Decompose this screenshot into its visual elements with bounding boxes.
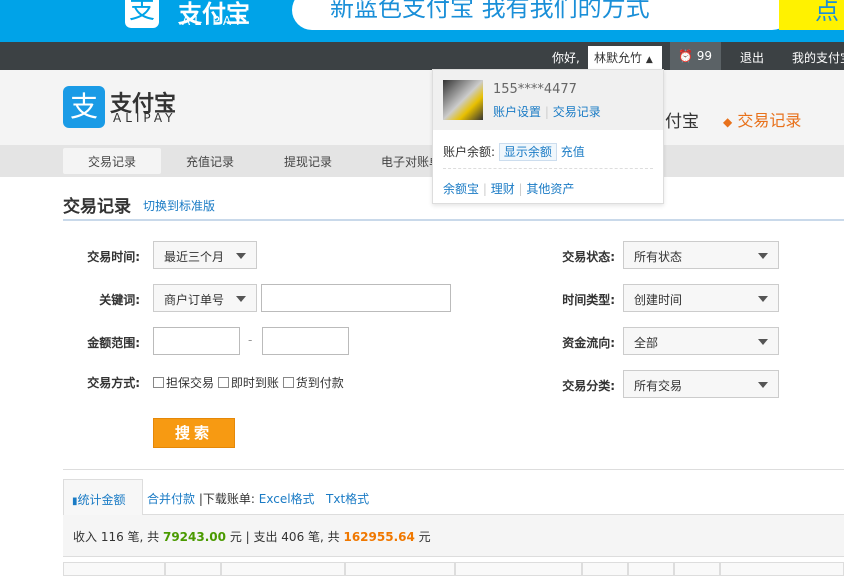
- divider: [443, 168, 653, 169]
- divider: [63, 469, 844, 470]
- messages-button[interactable]: ⏰ 99: [670, 42, 721, 70]
- username: 林默允竹: [594, 51, 643, 65]
- subnav-withdraw[interactable]: 提现记录: [259, 148, 357, 174]
- keyword-label: 关键词:: [99, 293, 140, 307]
- account-settings-link[interactable]: 账户设置: [493, 105, 541, 119]
- my-alipay-link[interactable]: 我的支付宝: [792, 49, 844, 66]
- time-select[interactable]: 最近三个月: [153, 241, 257, 269]
- avatar[interactable]: [443, 80, 483, 120]
- income-amount: 79243.00: [162, 530, 226, 544]
- yuebao-link[interactable]: 余额宝: [443, 182, 479, 196]
- amount-max-input[interactable]: [262, 327, 349, 355]
- banner-right: 点: [779, 0, 844, 30]
- amount-dash: -: [248, 333, 253, 347]
- title-divider: [63, 219, 844, 221]
- switch-standard-link[interactable]: 切换到标准版: [143, 197, 215, 214]
- logout-link[interactable]: 退出: [740, 49, 764, 66]
- excel-link[interactable]: Excel格式: [259, 492, 315, 506]
- diamond-icon: ◆: [723, 115, 733, 129]
- amount-min-input[interactable]: [153, 327, 240, 355]
- alipay-logo-icon[interactable]: 支: [63, 86, 105, 128]
- banner-slogan: 新蓝色支付宝 我有我们的方式: [292, 0, 792, 30]
- method-instant[interactable]: 即时到账: [217, 376, 279, 390]
- time-label: 交易时间:: [87, 250, 140, 264]
- method-label: 交易方式:: [87, 376, 140, 390]
- sub-nav: 交易记录 充值记录 提现记录 电子对账单: [0, 145, 844, 177]
- nav-trade-records[interactable]: ◆ 交易记录: [723, 107, 801, 131]
- tab-links: 合并付款 |下载账单: Excel格式 Txt格式: [147, 490, 369, 507]
- subnav-statement[interactable]: 电子对账单: [357, 148, 437, 174]
- banner-brand-en: ALIPAY: [182, 14, 246, 28]
- top-bar: 你好, 林默允竹 ▲ ⏰ 99 退出 我的支付宝: [0, 42, 844, 70]
- user-dropdown: 155****4477 账户设置 | 交易记录 账户余额: 显示余额 充值 余额…: [432, 69, 664, 204]
- txt-link[interactable]: Txt格式: [326, 492, 369, 506]
- promo-banner[interactable]: 支 支付宝 ALIPAY 新蓝色支付宝 我有我们的方式 点: [0, 0, 844, 42]
- method-checkboxes: 担保交易 即时到账 货到付款: [153, 374, 344, 391]
- download-label: |下载账单:: [198, 492, 255, 506]
- logo-brand-en: ALIPAY: [113, 111, 177, 125]
- search-button[interactable]: 搜索: [153, 418, 235, 448]
- greeting: 你好,: [552, 51, 580, 65]
- status-select[interactable]: 所有状态: [623, 241, 779, 269]
- user-menu[interactable]: 林默允竹 ▲: [588, 46, 662, 70]
- timetype-label: 时间类型:: [562, 293, 615, 307]
- stats-summary: 收入 116 笔, 共 79243.00 元 | 支出 406 笔, 共 162…: [63, 515, 844, 557]
- keyword-input[interactable]: [261, 284, 451, 312]
- method-cod[interactable]: 货到付款: [282, 376, 344, 390]
- flow-select[interactable]: 全部: [623, 327, 779, 355]
- merge-pay-link[interactable]: 合并付款: [147, 492, 195, 506]
- alipay-logo-icon: 支: [125, 0, 159, 28]
- status-label: 交易状态:: [562, 250, 615, 264]
- other-assets-link[interactable]: 其他资产: [526, 182, 574, 196]
- checkbox[interactable]: [153, 377, 164, 388]
- show-balance-button[interactable]: 显示余额: [498, 143, 557, 161]
- category-select[interactable]: 所有交易: [623, 370, 779, 398]
- expense-amount: 162955.64: [343, 530, 415, 544]
- flow-label: 资金流向:: [562, 336, 615, 350]
- subnav-trade[interactable]: 交易记录: [63, 148, 161, 174]
- keyword-type-select[interactable]: 商户订单号: [153, 284, 257, 312]
- method-escrow[interactable]: 担保交易: [153, 376, 214, 390]
- header: 支 支付宝 ALIPAY 付宝 ◆ 交易记录: [0, 70, 844, 145]
- alarm-icon: ⏰: [678, 49, 693, 63]
- page-title: 交易记录: [63, 197, 131, 217]
- subnav-recharge[interactable]: 充值记录: [161, 148, 259, 174]
- trade-records-link[interactable]: 交易记录: [553, 105, 601, 119]
- category-label: 交易分类:: [562, 379, 615, 393]
- balance-label: 账户余额:: [443, 145, 496, 159]
- checkbox[interactable]: [282, 377, 294, 388]
- nav-my-alipay[interactable]: 付宝: [665, 107, 699, 132]
- tab-stats[interactable]: ▮统计金额: [63, 479, 143, 516]
- checkbox[interactable]: [217, 377, 229, 388]
- result-tabs: ▮统计金额 合并付款 |下载账单: Excel格式 Txt格式: [63, 479, 844, 516]
- timetype-select[interactable]: 创建时间: [623, 284, 779, 312]
- amount-label: 金额范围:: [87, 336, 140, 350]
- wealth-link[interactable]: 理财: [491, 182, 515, 196]
- phone-number: 155****4477: [493, 82, 577, 97]
- recharge-link[interactable]: 充值: [561, 145, 585, 159]
- caret-up-icon: ▲: [645, 55, 653, 65]
